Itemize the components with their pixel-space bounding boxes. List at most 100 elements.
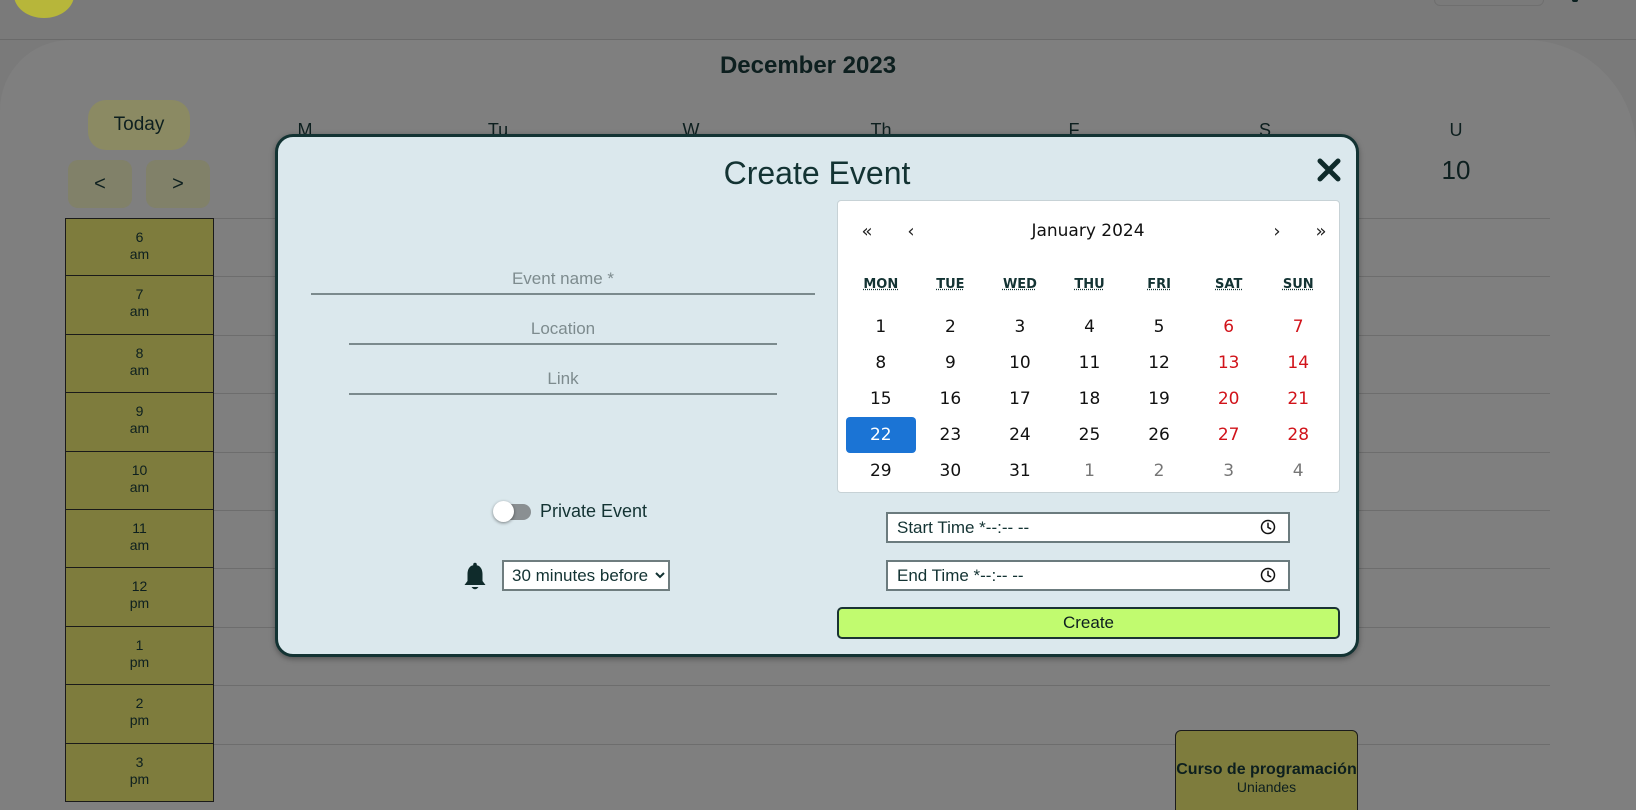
weekday-label: FRI [1124, 277, 1194, 292]
hour-column: 6 am 7 am 8 am 9 am 10 am 11 am 12 pm 1 pm 2 pm 3… [65, 218, 214, 802]
reminder-select[interactable]: 30 minutes before [502, 560, 670, 591]
hour-cell: 10 am [65, 452, 214, 510]
prev-year-button[interactable]: « [855, 221, 879, 242]
hour-number: 10 [66, 462, 213, 479]
hour-cell: 9 am [65, 393, 214, 451]
hour-period: pm [66, 771, 213, 788]
close-icon [1314, 155, 1344, 185]
close-button[interactable] [1314, 155, 1344, 185]
date-cell[interactable]: 28 [1263, 417, 1333, 453]
hour-number: 9 [66, 403, 213, 420]
date-cell[interactable]: 18 [1055, 381, 1125, 417]
event-name-input[interactable] [311, 265, 815, 295]
date-cell[interactable]: 13 [1194, 345, 1264, 381]
weekday-label: MON [846, 277, 916, 292]
next-month-button[interactable]: › [1265, 221, 1289, 242]
prev-week-button[interactable]: < [68, 160, 132, 208]
next-week-button[interactable]: > [146, 160, 210, 208]
date-cell[interactable]: 2 [1124, 453, 1194, 489]
hour-period: am [66, 479, 213, 496]
date-cell-selected[interactable]: 22 [846, 417, 916, 453]
hour-number: 2 [66, 695, 213, 712]
hour-cell: 7 am [65, 276, 214, 334]
hour-cell: 6 am [65, 218, 214, 276]
date-cell[interactable]: 1 [1055, 453, 1125, 489]
hour-cell: 11 am [65, 510, 214, 568]
date-cell[interactable]: 7 [1263, 309, 1333, 345]
next-year-button[interactable]: » [1309, 221, 1333, 242]
date-cell[interactable]: 12 [1124, 345, 1194, 381]
event-title: Curso de programación [1176, 761, 1357, 779]
date-cell[interactable]: 17 [985, 381, 1055, 417]
date-cell[interactable]: 4 [1263, 453, 1333, 489]
date-cell[interactable]: 31 [985, 453, 1055, 489]
prev-month-button[interactable]: ‹ [899, 221, 923, 242]
create-button[interactable]: Create [837, 607, 1340, 639]
location-input[interactable] [349, 315, 777, 345]
date-cell[interactable]: 20 [1194, 381, 1264, 417]
date-cell[interactable]: 14 [1263, 345, 1333, 381]
top-right-control[interactable] [1434, 0, 1544, 6]
hour-period: am [66, 537, 213, 554]
app-logo[interactable] [14, 0, 74, 18]
hour-number: 6 [66, 229, 213, 246]
day-number-sun: 10 [1436, 155, 1476, 186]
date-cell[interactable]: 2 [916, 309, 986, 345]
hour-period: am [66, 420, 213, 437]
bell-icon [461, 562, 489, 592]
weekday-label: THU [1055, 277, 1125, 292]
weekday-header-row: MON TUE WED THU FRI SAT SUN [846, 277, 1333, 292]
date-cell[interactable]: 3 [985, 309, 1055, 345]
weekday-label: TUE [916, 277, 986, 292]
date-cell[interactable]: 24 [985, 417, 1055, 453]
date-picker: « ‹ January 2024 › » MON TUE WED THU FRI… [837, 200, 1340, 493]
hour-cell: 2 pm [65, 685, 214, 743]
weekday-label: SUN [1263, 277, 1333, 292]
date-cell[interactable]: 29 [846, 453, 916, 489]
private-event-toggle[interactable] [495, 504, 531, 520]
toggle-knob [493, 501, 514, 522]
date-cell[interactable]: 3 [1194, 453, 1264, 489]
date-cell[interactable]: 8 [846, 345, 916, 381]
start-time-label: Start Time *--:-- -- [897, 514, 1029, 541]
event-subtitle: Uniandes [1176, 779, 1357, 795]
end-time-input[interactable]: End Time *--:-- -- [886, 560, 1290, 591]
hour-number: 1 [66, 637, 213, 654]
start-time-input[interactable]: Start Time *--:-- -- [886, 512, 1290, 543]
month-year-label[interactable]: January 2024 [988, 221, 1188, 241]
date-cell[interactable]: 25 [1055, 417, 1125, 453]
date-cell[interactable]: 26 [1124, 417, 1194, 453]
hour-cell: 12 pm [65, 568, 214, 626]
end-time-label: End Time *--:-- -- [897, 562, 1024, 589]
date-cell[interactable]: 6 [1194, 309, 1264, 345]
hour-number: 3 [66, 754, 213, 771]
date-cell[interactable]: 1 [846, 309, 916, 345]
date-cell[interactable]: 4 [1055, 309, 1125, 345]
date-cell[interactable]: 11 [1055, 345, 1125, 381]
hour-period: pm [66, 654, 213, 671]
hour-number: 8 [66, 345, 213, 362]
top-bar [0, 0, 1636, 40]
hour-cell: 1 pm [65, 627, 214, 685]
date-cell[interactable]: 21 [1263, 381, 1333, 417]
hour-period: pm [66, 712, 213, 729]
date-cell[interactable]: 5 [1124, 309, 1194, 345]
calendar-event[interactable]: Curso de programación Uniandes [1175, 730, 1358, 810]
month-title: December 2023 [0, 52, 1616, 80]
date-cell[interactable]: 10 [985, 345, 1055, 381]
date-cell[interactable]: 30 [916, 453, 986, 489]
date-cell[interactable]: 19 [1124, 381, 1194, 417]
private-event-label: Private Event [540, 501, 647, 522]
grid-line [214, 685, 1550, 686]
date-cell[interactable]: 16 [916, 381, 986, 417]
menu-icon[interactable] [1572, 0, 1578, 2]
date-cell[interactable]: 15 [846, 381, 916, 417]
link-input[interactable] [349, 365, 777, 395]
clock-icon[interactable] [1260, 567, 1276, 583]
date-cell[interactable]: 9 [916, 345, 986, 381]
clock-icon[interactable] [1260, 519, 1276, 535]
date-cell[interactable]: 23 [916, 417, 986, 453]
date-cell[interactable]: 27 [1194, 417, 1264, 453]
today-button[interactable]: Today [88, 100, 190, 150]
hour-cell: 8 am [65, 335, 214, 393]
